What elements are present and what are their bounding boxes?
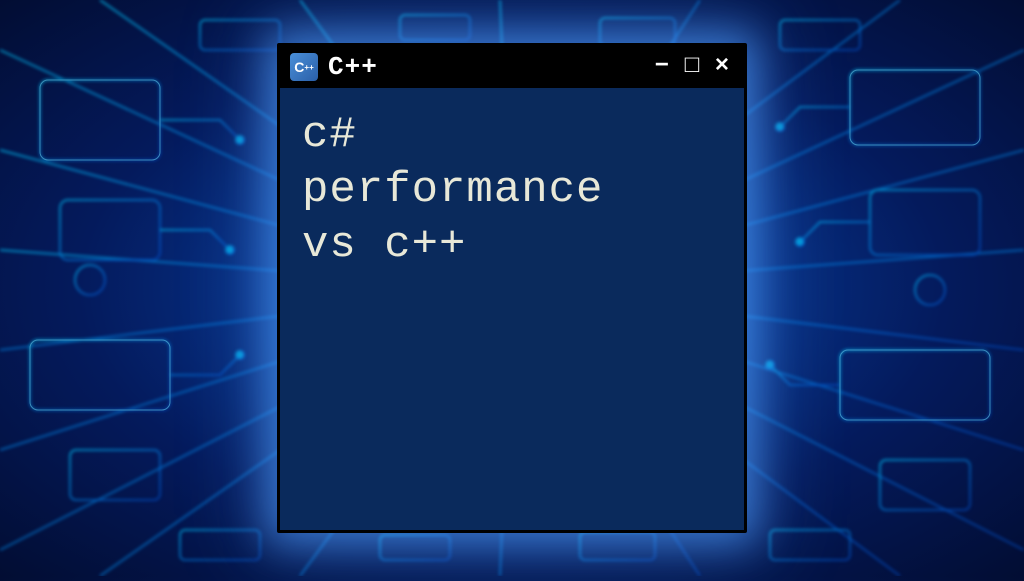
titlebar[interactable]: C++ C++ − □ × (280, 46, 744, 88)
minimize-button[interactable]: − (650, 55, 674, 79)
window-title: C++ (328, 52, 640, 82)
terminal-window: C++ C++ − □ × c# performance vs c++ (277, 43, 747, 533)
maximize-button[interactable]: □ (680, 55, 704, 79)
window-controls: − □ × (650, 55, 734, 79)
terminal-content: c# performance vs c++ (280, 88, 744, 530)
close-button[interactable]: × (710, 55, 734, 79)
cpp-icon: C++ (290, 53, 318, 81)
cpp-icon-label: C++ (294, 59, 313, 75)
